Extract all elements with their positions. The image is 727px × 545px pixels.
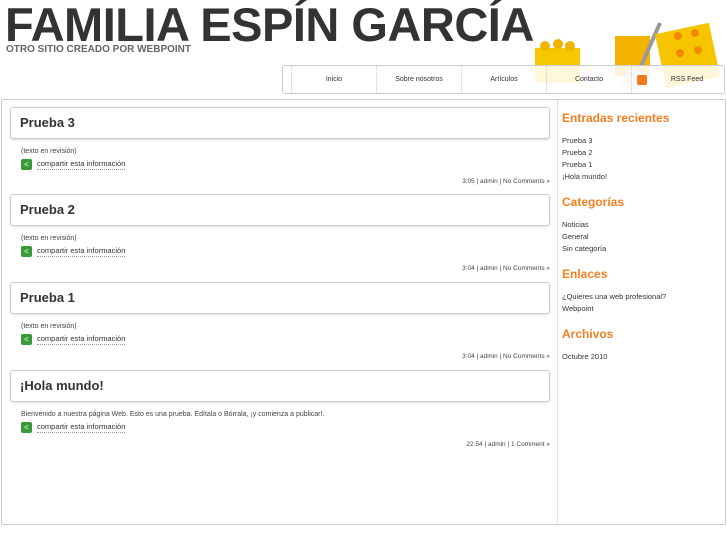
share-link[interactable]: < compartir esta información bbox=[21, 422, 550, 433]
sidebar-link[interactable]: Sin categoría bbox=[562, 243, 722, 255]
sidebar-divider bbox=[557, 100, 558, 524]
share-icon: < bbox=[21, 246, 32, 257]
site-tagline: OTRO SITIO CREADO POR WEBPOINT bbox=[6, 44, 192, 55]
post-body: (texto en revisión) bbox=[21, 235, 77, 242]
post-title[interactable]: ¡Hola mundo! bbox=[10, 370, 550, 402]
nav-articulos[interactable]: Artículos bbox=[461, 66, 546, 93]
share-link[interactable]: < compartir esta información bbox=[21, 334, 550, 345]
sidebar-link[interactable]: Octubre 2010 bbox=[562, 351, 722, 363]
rss-label: RSS Feed bbox=[670, 76, 704, 83]
share-link[interactable]: < compartir esta información bbox=[21, 159, 550, 170]
post: Prueba 2 (texto en revisión) < compartir … bbox=[10, 194, 550, 272]
share-label: compartir esta información bbox=[37, 246, 126, 257]
sidebar-link[interactable]: ¡Hola mundo! bbox=[562, 171, 722, 183]
sidebar-link[interactable]: Prueba 1 bbox=[562, 159, 722, 171]
widget-archives: Archivos Octubre 2010 bbox=[562, 327, 722, 363]
sidebar-link[interactable]: Webpoint bbox=[562, 303, 722, 315]
sidebar: Entradas recientes Prueba 3 Prueba 2 Pru… bbox=[562, 111, 722, 375]
share-label: compartir esta información bbox=[37, 334, 126, 345]
post-title[interactable]: Prueba 2 bbox=[10, 194, 550, 226]
nav-rss-feed[interactable]: RSS Feed bbox=[631, 66, 716, 93]
sidebar-link[interactable]: Prueba 2 bbox=[562, 147, 722, 159]
nav-contacto[interactable]: Contacto bbox=[546, 66, 631, 93]
share-label: compartir esta información bbox=[37, 159, 126, 170]
post-title[interactable]: Prueba 1 bbox=[10, 282, 550, 314]
post-title[interactable]: Prueba 3 bbox=[10, 107, 550, 139]
post: Prueba 1 (texto en revisión) < compartir … bbox=[10, 282, 550, 360]
share-link[interactable]: < compartir esta información bbox=[21, 246, 550, 257]
share-icon: < bbox=[21, 159, 32, 170]
sidebar-link[interactable]: ¿Quieres una web profesional? bbox=[562, 291, 722, 303]
post-meta[interactable]: 22:54 | admin | 1 Comment » bbox=[10, 441, 550, 448]
sidebar-link[interactable]: General bbox=[562, 231, 722, 243]
widget-title: Archivos bbox=[562, 327, 614, 341]
rss-icon bbox=[636, 74, 647, 85]
post-body: (texto en revisión) bbox=[21, 148, 77, 155]
post-meta[interactable]: 3:04 | admin | No Comments » bbox=[10, 353, 550, 360]
widget-categories: Categorías Noticias General Sin categorí… bbox=[562, 195, 722, 255]
main-nav: Inicio Sobre nosotros Artículos Contacto… bbox=[282, 65, 725, 94]
post: ¡Hola mundo! Bienvenido a nuestra página… bbox=[10, 370, 550, 448]
sidebar-link[interactable]: Noticias bbox=[562, 219, 722, 231]
post-meta[interactable]: 3:05 | admin | No Comments » bbox=[10, 178, 550, 185]
post-meta[interactable]: 3:04 | admin | No Comments » bbox=[10, 265, 550, 272]
post-body: (texto en revisión) bbox=[21, 323, 77, 330]
widget-title: Categorías bbox=[562, 195, 625, 209]
sidebar-link[interactable]: Prueba 3 bbox=[562, 135, 722, 147]
widget-links: Enlaces ¿Quieres una web profesional? We… bbox=[562, 267, 722, 315]
widget-recent-posts: Entradas recientes Prueba 3 Prueba 2 Pru… bbox=[562, 111, 722, 183]
share-icon: < bbox=[21, 422, 32, 433]
post: Prueba 3 (texto en revisión) < compartir … bbox=[10, 107, 550, 185]
nav-inicio[interactable]: Inicio bbox=[291, 66, 376, 93]
share-label: compartir esta información bbox=[37, 422, 126, 433]
widget-title: Entradas recientes bbox=[562, 111, 670, 125]
nav-sobre-nosotros[interactable]: Sobre nosotros bbox=[376, 66, 461, 93]
widget-title: Enlaces bbox=[562, 267, 608, 281]
post-body: Bienvenido a nuestra página Web. Esto es… bbox=[21, 411, 325, 418]
share-icon: < bbox=[21, 334, 32, 345]
